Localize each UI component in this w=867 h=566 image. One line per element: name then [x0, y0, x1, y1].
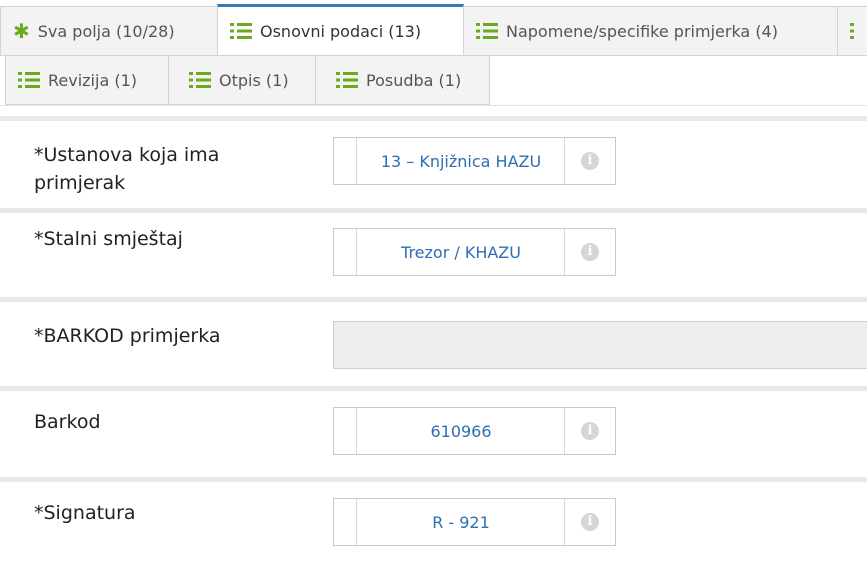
tab-otpis[interactable]: Otpis (1)	[168, 55, 316, 105]
list-icon	[189, 71, 211, 89]
field-row-ustanova: *Ustanova koja ima primjerak 13 – Knjižn…	[0, 116, 867, 206]
tab-sva-polja[interactable]: ✱ Sva polja (10/28)	[0, 6, 218, 56]
field-addon-separator	[564, 229, 565, 275]
list-icon	[230, 22, 252, 40]
tab-bar-bottom-border	[0, 105, 867, 106]
tab-label: Posudba (1)	[366, 70, 462, 90]
info-icon[interactable]: i	[581, 422, 599, 440]
tab-napomene[interactable]: Napomene/specifike primjerka (4)	[463, 6, 838, 56]
tab-label: Napomene/specifike primjerka (4)	[506, 21, 778, 41]
field-label-barkod: Barkod	[34, 411, 101, 433]
tab-label: Osnovni podaci (13)	[260, 21, 422, 41]
stalni-smjestaj-value: Trezor / KHAZU	[401, 242, 521, 262]
field-label-barkod-primjerka: *BARKOD primjerka	[34, 325, 221, 347]
list-icon	[18, 71, 40, 89]
row-divider	[0, 477, 867, 482]
list-icon	[850, 22, 867, 40]
info-icon[interactable]: i	[581, 513, 599, 531]
tab-bar: ✱ Sva polja (10/28) Osnovni podaci (13)	[0, 0, 867, 106]
field-row-barkod: Barkod 610966 i	[0, 386, 867, 474]
tab-osnovni-podaci[interactable]: Osnovni podaci (13)	[217, 4, 464, 56]
ustanova-field[interactable]: 13 – Knjižnica HAZU i	[333, 137, 616, 185]
info-icon[interactable]: i	[581, 152, 599, 170]
info-icon[interactable]: i	[581, 243, 599, 261]
field-label-ustanova: *Ustanova koja ima primjerak	[34, 144, 220, 194]
ustanova-value: 13 – Knjižnica HAZU	[380, 151, 542, 171]
tab-label: Revizija (1)	[48, 70, 137, 90]
tab-revizija[interactable]: Revizija (1)	[5, 55, 169, 105]
stalni-smjestaj-field[interactable]: Trezor / KHAZU i	[333, 228, 616, 276]
tab-overflow[interactable]	[837, 6, 867, 56]
asterisk-icon: ✱	[13, 19, 30, 43]
signatura-value: R - 921	[432, 512, 490, 532]
barkod-primjerka-value	[334, 322, 867, 368]
field-row-stalni-smjestaj: *Stalni smještaj Trezor / KHAZU i	[0, 208, 867, 294]
signatura-field[interactable]: R - 921 i	[333, 498, 616, 546]
barkod-field[interactable]: 610966 i	[333, 407, 616, 455]
row-divider	[0, 208, 867, 213]
barkod-value: 610966	[430, 421, 492, 441]
field-addon-separator	[564, 138, 565, 184]
field-label-stalni-smjestaj: *Stalni smještaj	[34, 228, 183, 250]
field-row-barkod-primjerka: *BARKOD primjerka	[0, 297, 867, 383]
row-divider	[0, 386, 867, 391]
tab-posudba[interactable]: Posudba (1)	[315, 55, 490, 105]
tab-label: Otpis (1)	[219, 70, 289, 90]
field-addon-separator	[564, 408, 565, 454]
list-icon	[336, 71, 358, 89]
row-divider	[0, 116, 867, 121]
list-icon	[476, 22, 498, 40]
tab-label: Sva polja (10/28)	[37, 21, 175, 41]
field-row-signatura: *Signatura R - 921 i	[0, 477, 867, 566]
field-label-signatura: *Signatura	[34, 502, 136, 524]
row-divider	[0, 297, 867, 302]
barkod-primjerka-field	[333, 321, 867, 369]
field-addon-separator	[564, 499, 565, 545]
